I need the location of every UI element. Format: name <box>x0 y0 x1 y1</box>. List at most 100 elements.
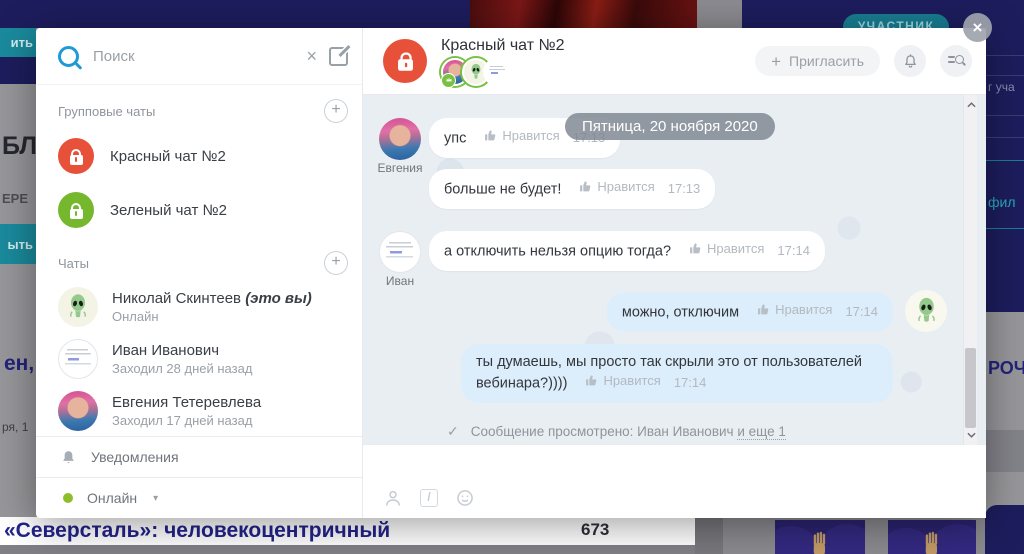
viewer-counter: 673 <box>577 520 609 540</box>
like-button[interactable]: Нравится <box>689 240 764 258</box>
sender-avatar[interactable] <box>379 230 421 273</box>
scrollbar[interactable] <box>963 95 977 445</box>
contact-status: Заходил 28 дней назад <box>112 361 253 376</box>
online-status-dot <box>63 493 73 503</box>
mute-notifications-button[interactable] <box>894 45 926 77</box>
clear-search-icon[interactable]: × <box>306 47 317 65</box>
seen-text: Сообщение просмотрено: Иван Иванович <box>470 424 734 440</box>
lock-icon <box>397 51 413 71</box>
thumb-up-icon <box>580 181 591 192</box>
background-button-fragment-2: ыть <box>0 224 36 264</box>
like-button[interactable]: Нравится <box>757 301 832 319</box>
viewer-count: 673 <box>581 520 610 539</box>
contact-status: Заходил 17 дней назад <box>112 413 253 428</box>
bell-icon <box>904 53 916 68</box>
contact-status: Онлайн <box>112 309 159 324</box>
invite-button[interactable]: + Пригласить <box>755 46 880 76</box>
contact-ivan[interactable]: Иван Иванович Заходил 28 дней назад <box>36 333 362 385</box>
lock-icon <box>69 148 83 165</box>
sidebar-item-green-chat[interactable]: Зеленый чат №2 <box>36 183 362 237</box>
message-search-icon <box>948 53 964 69</box>
like-button[interactable]: Нравится <box>484 127 560 145</box>
message-row: можно, отключим Нравится 17:14 <box>379 289 986 332</box>
new-chat-icon[interactable] <box>329 46 348 66</box>
message-text: больше не будет! <box>444 181 562 198</box>
close-icon[interactable]: × <box>963 13 992 42</box>
chat-message: больше не будет! Нравится 17:13 <box>429 169 716 209</box>
thumb-up-icon <box>758 304 769 315</box>
search-in-chat-button[interactable] <box>940 45 972 77</box>
code-slash-icon[interactable]: / <box>420 489 438 507</box>
message-row: ты думаешь, мы просто так скрыли это от … <box>379 343 986 404</box>
sidebar-item-red-chat[interactable]: Красный чат №2 <box>36 129 362 183</box>
raised-hand-tile <box>888 520 976 554</box>
thumb-up-icon <box>690 243 701 254</box>
raised-hand-icon <box>813 531 826 554</box>
section-label: Групповые чаты <box>58 103 156 119</box>
alien-avatar <box>58 287 98 327</box>
like-button[interactable]: Нравится <box>579 178 655 196</box>
background-right-text-1: г уча <box>988 80 1015 94</box>
add-chat-button[interactable]: + <box>324 251 348 275</box>
contact-name: Евгения Тетеревлева <box>112 394 262 411</box>
own-alien-avatar <box>905 289 947 332</box>
owner-crown-badge <box>441 72 456 88</box>
check-icon: ✓ <box>447 423 459 440</box>
message-row: больше не будет! Нравится 17:13 <box>379 169 986 209</box>
chat-name: Красный чат №2 <box>110 147 226 165</box>
member-avatar-ivan[interactable] <box>483 57 511 86</box>
plus-icon: + <box>771 51 782 71</box>
add-group-chat-button[interactable]: + <box>324 99 348 123</box>
scroll-up-arrow[interactable] <box>964 97 978 113</box>
message-composer: / <box>363 444 986 518</box>
contact-evgenia[interactable]: Евгения Тетеревлева Заходил 17 дней наза… <box>36 385 362 437</box>
chat-message: а отключить нельзя опцию тогда? Нравится 1… <box>429 230 825 271</box>
chat-avatar <box>383 39 427 83</box>
background-bottom-right <box>695 518 1024 554</box>
chat-message: можно, отключим Нравится 17:14 <box>606 291 893 332</box>
chat-name: Зеленый чат №2 <box>110 201 227 219</box>
background-right-menu: г уча фил <box>986 0 1024 312</box>
notifications-label: Уведомления <box>91 449 179 465</box>
sender-avatar[interactable] <box>379 118 421 160</box>
message-input[interactable] <box>383 453 966 479</box>
section-label: Чаты <box>58 255 89 271</box>
invite-label: Пригласить <box>789 53 864 69</box>
emoji-smiley-icon[interactable] <box>455 488 475 508</box>
screen: УЧАСТНИК ить БЛ ЕРЕ ыть ен, ря, 1 г уча … <box>0 0 1024 554</box>
background-text-fragment-1: ен, <box>4 352 35 375</box>
photo-avatar <box>58 391 98 431</box>
document-avatar <box>58 339 98 379</box>
raised-hand-tile <box>775 520 865 554</box>
background-gray-block <box>697 0 742 28</box>
mention-person-icon[interactable] <box>383 488 403 508</box>
date-divider: Пятница, 20 ноября 2020 <box>565 113 775 140</box>
search-icon <box>58 45 79 67</box>
lock-icon <box>69 202 83 219</box>
seen-more-link[interactable]: и еще 1 <box>737 424 786 441</box>
presence-selector[interactable]: Онлайн ▾ <box>36 478 362 518</box>
notifications-row[interactable]: Уведомления <box>36 437 362 477</box>
background-right-text-3: РОЧ <box>988 358 1024 378</box>
thumb-up-icon <box>485 130 496 141</box>
seen-status: ✓ Сообщение просмотрено: Иван Иванович и… <box>379 423 986 441</box>
like-button[interactable]: Нравится <box>585 372 661 390</box>
sender-name: Иван <box>385 273 415 288</box>
background-heading-fragment: БЛ <box>2 132 36 160</box>
chat-sidebar: × Групповые чаты + Красный чат №2 Зелены… <box>36 28 363 518</box>
chat-panel: Красный чат №2 + Пригласить Пятница, 20 … <box>363 28 986 518</box>
background-subtext-fragment: ЕРЕ <box>2 191 29 206</box>
member-avatars <box>441 57 565 88</box>
message-time: 17:13 <box>667 181 701 197</box>
scrollbar-thumb[interactable] <box>965 348 976 428</box>
chat-title: Красный чат №2 <box>441 36 565 54</box>
presence-label: Онлайн <box>87 490 138 506</box>
green-lock-avatar <box>58 192 94 228</box>
scroll-down-arrow[interactable] <box>964 427 978 443</box>
search-input[interactable] <box>91 46 295 66</box>
search-bar: × <box>36 28 362 85</box>
contact-nikolay[interactable]: Николай Скинтеев (это вы) Онлайн <box>36 281 362 333</box>
chat-message: ты думаешь, мы просто так скрыли это от … <box>461 343 893 404</box>
background-text-fragment-2: ря, 1 <box>2 420 29 434</box>
message-text: можно, отключим <box>621 304 740 321</box>
